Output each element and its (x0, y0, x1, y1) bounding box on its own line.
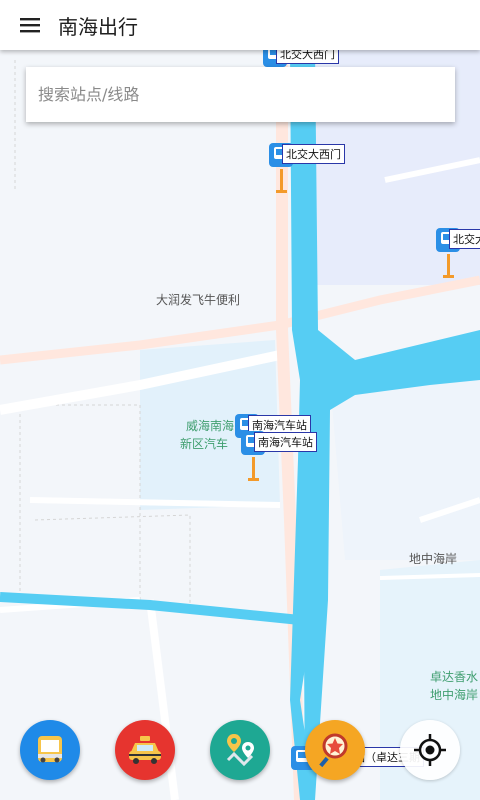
bus-stop-label: 北交大 (449, 229, 480, 249)
locate-button[interactable] (400, 720, 460, 780)
map-label-station-area-2: 新区汽车 (180, 437, 229, 451)
search-bar (26, 67, 455, 122)
map-label-estate-1: 卓达香水 (430, 670, 479, 684)
crosshair-icon (414, 734, 446, 766)
map-label-shop: 大润发飞牛便利 (156, 293, 241, 307)
app-bar: 南海出行 (0, 0, 480, 50)
bus-stop-label: 南海汽车站 (254, 432, 317, 452)
bus-stop-label: 北交大西门 (282, 144, 345, 164)
menu-button[interactable] (10, 5, 50, 45)
map-label-coast: 地中海岸 (409, 552, 458, 566)
map-label-estate-2: 地中海岸 (430, 688, 479, 702)
star-search-button[interactable] (305, 720, 365, 780)
app-title: 南海出行 (58, 14, 138, 39)
star-search-icon (319, 733, 348, 768)
search-input[interactable] (26, 67, 455, 122)
map-label-station-area-1: 威海南海 (186, 419, 235, 433)
route-map-icon (226, 734, 254, 767)
taxi-button[interactable] (115, 720, 175, 780)
hamburger-menu-icon (20, 18, 40, 33)
taxi-icon (129, 736, 161, 764)
bus-button[interactable] (20, 720, 80, 780)
route-map-button[interactable] (210, 720, 270, 780)
bus-icon (38, 736, 62, 763)
